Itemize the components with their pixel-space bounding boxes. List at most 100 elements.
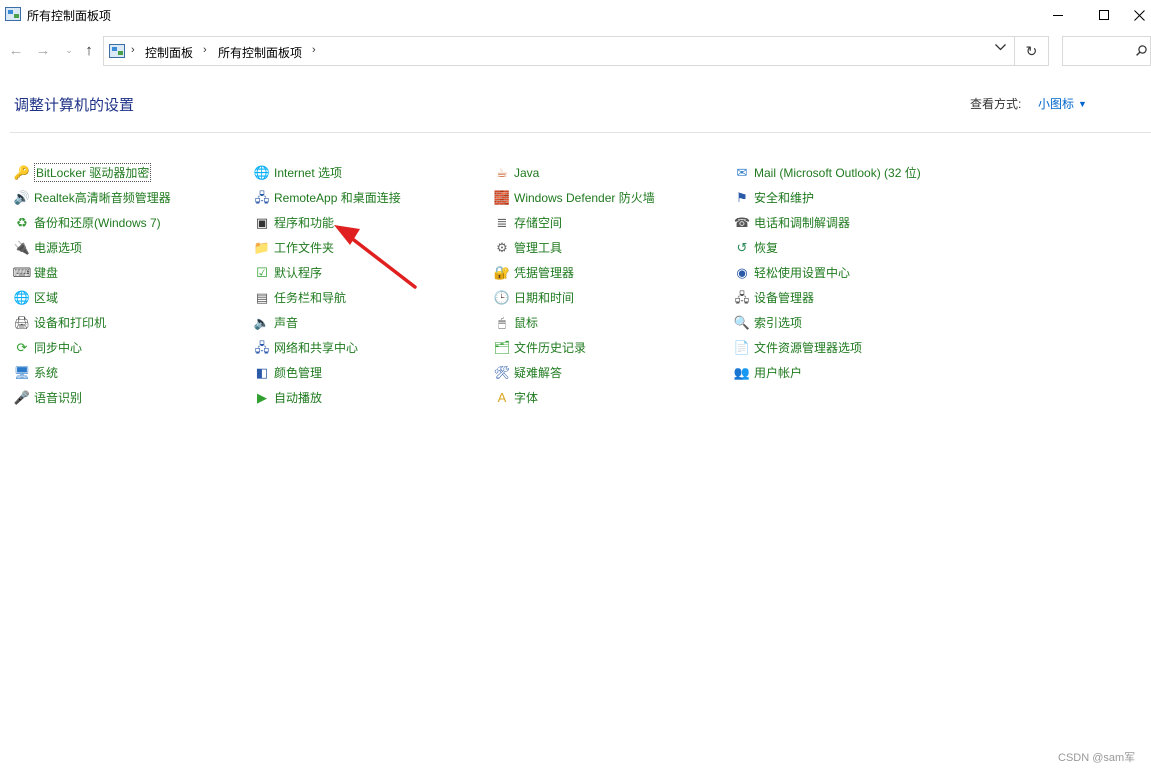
control-panel-item[interactable]: ◧ 颜色管理 bbox=[254, 360, 494, 385]
control-panel-item-label[interactable]: 文件资源管理器选项 bbox=[754, 339, 862, 356]
control-panel-item[interactable]: 👥 用户帐户 bbox=[734, 360, 974, 385]
control-panel-item-label[interactable]: 凭据管理器 bbox=[514, 264, 574, 281]
control-panel-item[interactable]: 🖱 鼠标 bbox=[494, 310, 734, 335]
control-panel-item-label[interactable]: 设备管理器 bbox=[754, 289, 814, 306]
control-panel-item[interactable]: 🖧 设备管理器 bbox=[734, 285, 974, 310]
control-panel-item-label[interactable]: 电源选项 bbox=[34, 239, 82, 256]
control-panel-item-label[interactable]: 电话和调制解调器 bbox=[754, 214, 850, 231]
minimize-button[interactable] bbox=[1035, 0, 1081, 30]
control-panel-item[interactable]: 🕒 日期和时间 bbox=[494, 285, 734, 310]
control-panel-item[interactable]: ✉ Mail (Microsoft Outlook) (32 位) bbox=[734, 160, 974, 185]
control-panel-item[interactable]: 🔐 凭据管理器 bbox=[494, 260, 734, 285]
control-panel-item[interactable]: 🖨 设备和打印机 bbox=[14, 310, 254, 335]
control-panel-icon bbox=[109, 44, 125, 58]
view-by-value[interactable]: 小图标 bbox=[1038, 97, 1074, 111]
control-panel-item[interactable]: 🔑 BitLocker 驱动器加密 bbox=[14, 160, 254, 185]
control-panel-item[interactable]: ≣ 存储空间 bbox=[494, 210, 734, 235]
control-panel-item[interactable]: ◉ 轻松使用设置中心 bbox=[734, 260, 974, 285]
breadcrumb-separator[interactable]: › bbox=[131, 44, 135, 56]
control-panel-item-label[interactable]: 区域 bbox=[34, 289, 58, 306]
control-panel-item[interactable]: 📄 文件资源管理器选项 bbox=[734, 335, 974, 360]
control-panel-item-label[interactable]: 键盘 bbox=[34, 264, 58, 281]
control-panel-item[interactable]: 🔌 电源选项 bbox=[14, 235, 254, 260]
control-panel-item-label[interactable]: 管理工具 bbox=[514, 239, 562, 256]
maximize-button[interactable] bbox=[1081, 0, 1127, 30]
control-panel-item[interactable]: 🛠 疑难解答 bbox=[494, 360, 734, 385]
control-panel-item-label[interactable]: Mail (Microsoft Outlook) (32 位) bbox=[754, 164, 921, 181]
backup-restore-icon: ♻ bbox=[16, 214, 28, 230]
up-button[interactable]: ↑ bbox=[80, 40, 98, 60]
breadcrumb-control-panel[interactable]: 控制面板 bbox=[145, 44, 193, 61]
control-panel-item[interactable]: ⟳ 同步中心 bbox=[14, 335, 254, 360]
control-panel-item[interactable]: 🧱 Windows Defender 防火墙 bbox=[494, 185, 734, 210]
control-panel-item-label[interactable]: 安全和维护 bbox=[754, 189, 814, 206]
control-panel-item-label[interactable]: 恢复 bbox=[754, 239, 778, 256]
control-panel-item-label[interactable]: 字体 bbox=[514, 389, 538, 406]
breadcrumb-all-items[interactable]: 所有控制面板项 bbox=[218, 44, 302, 61]
refresh-button[interactable]: ↻ bbox=[1015, 36, 1049, 66]
recent-locations-button[interactable]: ⌄ bbox=[60, 40, 78, 60]
control-panel-item[interactable]: 🌐 Internet 选项 bbox=[254, 160, 494, 185]
control-panel-item-label[interactable]: 日期和时间 bbox=[514, 289, 574, 306]
back-button[interactable]: ← bbox=[7, 40, 25, 60]
control-panel-item-label[interactable]: Java bbox=[514, 166, 539, 180]
control-panel-item-label[interactable]: 存储空间 bbox=[514, 214, 562, 231]
devices-printers-icon: 🖨 bbox=[13, 314, 31, 330]
control-panel-item[interactable]: 🖧 RemoteApp 和桌面连接 bbox=[254, 185, 494, 210]
control-panel-item-label[interactable]: RemoteApp 和桌面连接 bbox=[274, 189, 401, 206]
control-panel-item[interactable]: ♻ 备份和还原(Windows 7) bbox=[14, 210, 254, 235]
control-panel-item-label[interactable]: 网络和共享中心 bbox=[274, 339, 358, 356]
control-panel-item[interactable]: A 字体 bbox=[494, 385, 734, 410]
control-panel-item[interactable]: ⌨ 键盘 bbox=[13, 260, 254, 285]
control-panel-item-label[interactable]: 文件历史记录 bbox=[514, 339, 586, 356]
view-by-label: 查看方式: bbox=[970, 97, 1022, 111]
control-panel-item-label[interactable]: 设备和打印机 bbox=[34, 314, 106, 331]
forward-button[interactable]: → bbox=[34, 40, 52, 60]
control-panel-item-label[interactable]: Realtek高清晰音频管理器 bbox=[34, 189, 171, 206]
control-panel-item-label[interactable]: 系统 bbox=[34, 364, 58, 381]
indexing-options-icon: 🔍 bbox=[733, 314, 751, 330]
control-panel-item[interactable]: 🖥 系统 bbox=[14, 360, 254, 385]
address-dropdown-button[interactable] bbox=[995, 43, 1006, 54]
control-panel-item-label[interactable]: 默认程序 bbox=[274, 264, 322, 281]
control-panel-item[interactable]: ▶ 自动播放 bbox=[254, 385, 494, 410]
control-panel-item[interactable]: ⚑ 安全和维护 bbox=[734, 185, 974, 210]
control-panel-item[interactable]: 🔈 声音 bbox=[254, 310, 494, 335]
control-panel-item-label[interactable]: 声音 bbox=[274, 314, 298, 331]
control-panel-item[interactable]: ⚙ 管理工具 bbox=[494, 235, 734, 260]
control-panel-item-label[interactable]: Internet 选项 bbox=[274, 164, 342, 181]
view-by-dropdown[interactable]: 小图标 ▼ bbox=[1038, 95, 1087, 112]
control-panel-item-label[interactable]: 鼠标 bbox=[514, 314, 538, 331]
control-panel-item-label[interactable]: 同步中心 bbox=[34, 339, 82, 356]
control-panel-item-label[interactable]: 疑难解答 bbox=[514, 364, 562, 381]
watermark: CSDN @sam军 bbox=[1058, 752, 1136, 764]
control-panel-item[interactable]: 🌐 区域 bbox=[14, 285, 254, 310]
close-button[interactable] bbox=[1127, 0, 1151, 30]
color-management-icon: ◧ bbox=[255, 364, 269, 380]
control-panel-item-label[interactable]: 自动播放 bbox=[274, 389, 322, 406]
search-input[interactable] bbox=[1067, 42, 1129, 60]
control-panel-item[interactable]: 🗂 文件历史记录 bbox=[494, 335, 734, 360]
caret-down-icon[interactable]: ▼ bbox=[1078, 99, 1087, 109]
control-panel-item[interactable]: 🖧 网络和共享中心 bbox=[254, 335, 494, 360]
control-panel-icon bbox=[5, 7, 21, 21]
breadcrumb-separator[interactable]: › bbox=[203, 44, 207, 56]
control-panel-item-label[interactable]: 语音识别 bbox=[34, 389, 82, 406]
breadcrumb-separator[interactable]: › bbox=[312, 44, 316, 56]
control-panel-item-label[interactable]: 颜色管理 bbox=[274, 364, 322, 381]
control-panel-item[interactable]: 🔍 索引选项 bbox=[734, 310, 974, 335]
control-panel-item[interactable]: 🔊 Realtek高清晰音频管理器 bbox=[14, 185, 254, 210]
control-panel-item-label[interactable]: 索引选项 bbox=[754, 314, 802, 331]
control-panel-item[interactable]: 🎤 语音识别 bbox=[14, 385, 254, 410]
control-panel-item-label[interactable]: Windows Defender 防火墙 bbox=[514, 189, 655, 206]
search-icon[interactable] bbox=[1136, 45, 1147, 56]
address-bar[interactable]: › 控制面板 › 所有控制面板项 › bbox=[103, 36, 1015, 66]
control-panel-item[interactable]: ↺ 恢复 bbox=[734, 235, 974, 260]
search-box[interactable] bbox=[1062, 36, 1151, 66]
control-panel-item[interactable]: ☕ Java bbox=[494, 160, 734, 185]
control-panel-item-label[interactable]: 轻松使用设置中心 bbox=[754, 264, 850, 281]
control-panel-item-label[interactable]: BitLocker 驱动器加密 bbox=[34, 163, 152, 182]
control-panel-item-label[interactable]: 备份和还原(Windows 7) bbox=[34, 214, 161, 231]
control-panel-item[interactable]: ☎ 电话和调制解调器 bbox=[734, 210, 974, 235]
control-panel-item-label[interactable]: 用户帐户 bbox=[754, 364, 802, 381]
